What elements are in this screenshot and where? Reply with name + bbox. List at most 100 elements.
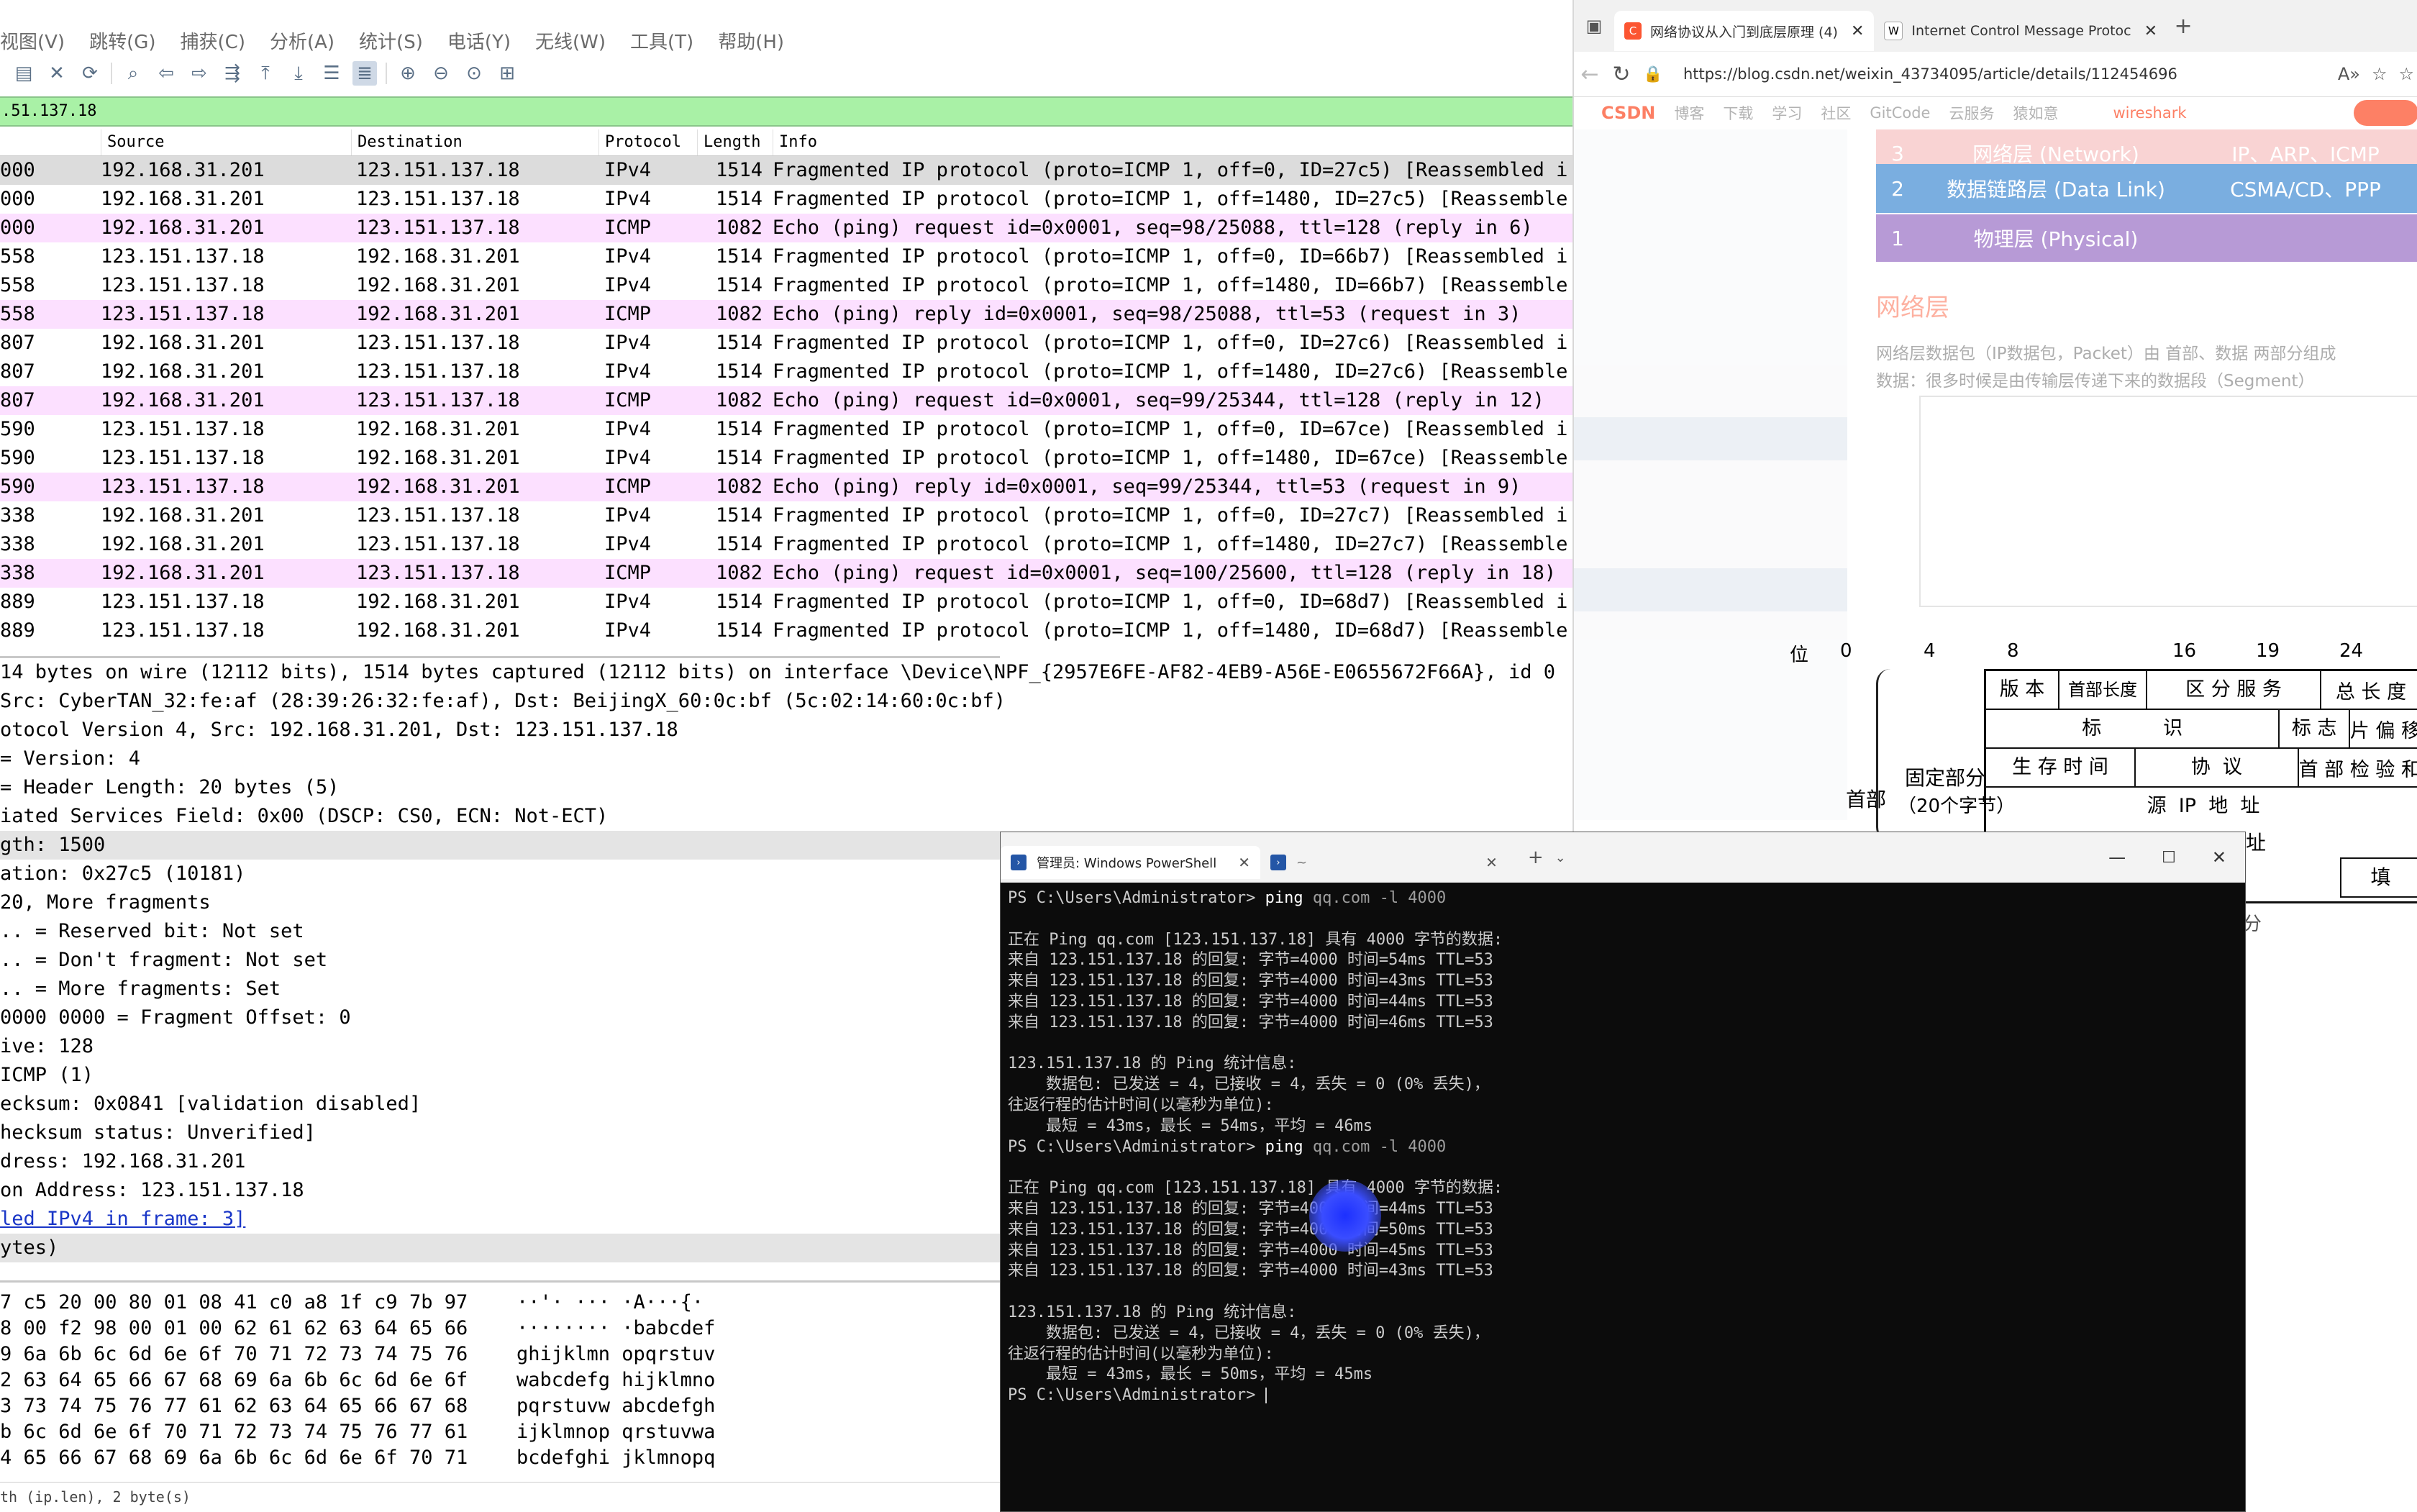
resize-columns-icon[interactable]: ⊞ — [495, 61, 519, 86]
go-back-icon[interactable]: ⇦ — [154, 61, 178, 86]
table-row[interactable]: 590 123.151.137.18 192.168.31.201 ICMP 1082 E… — [0, 473, 1575, 501]
dropdown-chevron-icon[interactable]: ⌄ — [1555, 850, 1566, 865]
detail-field[interactable]: ICMP (1) — [0, 1061, 1000, 1090]
terminal-output[interactable]: PS C:\Users\Administrator> ping qq.com -… — [1001, 883, 2245, 1412]
detail-frame-line[interactable]: 14 bytes on wire (12112 bits), 1514 byte… — [0, 658, 1555, 687]
save-icon[interactable]: ▤ — [12, 61, 36, 86]
url-field[interactable]: https://blog.csdn.net/weixin_43734095/ar… — [1683, 65, 2177, 83]
column-protocol[interactable]: Protocol — [599, 129, 698, 155]
minimize-icon[interactable]: — — [2108, 847, 2126, 867]
detail-field[interactable]: .. = Don't fragment: Not set — [0, 946, 1000, 975]
hex-row[interactable]: 9 6a 6b 6c 6d 6e 6f 70 71 72 73 74 75 76… — [0, 1342, 1000, 1367]
find-packet-icon[interactable]: ⌕ — [121, 61, 145, 86]
menu-help[interactable]: 帮助(H) — [718, 27, 784, 54]
detail-field[interactable]: .. = Reserved bit: Not set — [0, 917, 1000, 946]
nav-cloud[interactable]: 云服务 — [1949, 102, 1994, 124]
colorize-icon[interactable]: ≣ — [352, 61, 377, 86]
detail-field[interactable]: 20, More fragments — [0, 888, 1000, 917]
tab-actions-icon[interactable]: ▣ — [1574, 16, 1614, 36]
menu-go[interactable]: 跳转(G) — [89, 27, 155, 54]
column-destination[interactable]: Destination — [352, 129, 599, 155]
refresh-icon[interactable]: ↻ — [1606, 62, 1637, 87]
detail-field[interactable]: led IPv4 in frame: 3] — [0, 1205, 1000, 1234]
nav-gitcode[interactable]: GitCode — [1870, 104, 1930, 122]
maximize-icon[interactable]: ☐ — [2162, 849, 2176, 867]
nav-community[interactable]: 社区 — [1821, 102, 1851, 124]
zoom-reset-icon[interactable]: ⊙ — [462, 61, 486, 86]
autoscroll-icon[interactable]: ☰ — [319, 61, 344, 86]
detail-field[interactable]: ytes) — [0, 1234, 1000, 1262]
table-row[interactable]: 590 123.151.137.18 192.168.31.201 IPv4 1514 F… — [0, 444, 1575, 473]
table-row[interactable]: 000 192.168.31.201 123.151.137.18 IPv4 1514 F… — [0, 185, 1575, 214]
hex-row[interactable]: 8 00 f2 98 00 01 00 62 61 62 63 64 65 66… — [0, 1316, 1000, 1342]
menu-telephony[interactable]: 电话(Y) — [447, 27, 511, 54]
hex-row[interactable]: 2 63 64 65 66 67 68 69 6a 6b 6c 6d 6e 6f… — [0, 1367, 1000, 1393]
favorite-star-icon[interactable]: ☆ — [2372, 64, 2388, 84]
zoom-out-icon[interactable]: ⊖ — [429, 61, 453, 86]
detail-field[interactable]: .. = More fragments: Set — [0, 975, 1000, 1003]
detail-field[interactable]: dress: 192.168.31.201 — [0, 1147, 1000, 1176]
zoom-in-icon[interactable]: ⊕ — [396, 61, 420, 86]
hex-row[interactable]: b 6c 6d 6e 6f 70 71 72 73 74 75 76 77 61… — [0, 1419, 1000, 1445]
detail-field[interactable]: gth: 1500 — [0, 831, 1000, 860]
new-tab-icon[interactable]: + — [1528, 847, 1544, 868]
table-row[interactable]: 338 192.168.31.201 123.151.137.18 IPv4 1514 F… — [0, 501, 1575, 530]
column-source[interactable]: Source — [101, 129, 352, 155]
table-row[interactable]: 558 123.151.137.18 192.168.31.201 IPv4 1514 F… — [0, 242, 1575, 271]
hex-row[interactable]: 7 c5 20 00 80 01 08 41 c0 a8 1f c9 7b 97… — [0, 1290, 1000, 1316]
detail-ethernet-line[interactable]: Src: CyberTAN_32:fe:af (28:39:26:32:fe:a… — [0, 687, 1006, 716]
menu-tools[interactable]: 工具(T) — [630, 27, 693, 54]
nav-yuanruyi[interactable]: 猿如意 — [2013, 102, 2058, 124]
hex-row[interactable]: 4 65 66 67 68 69 6a 6b 6c 6d 6e 6f 70 71… — [0, 1445, 1000, 1471]
close-file-icon[interactable]: ✕ — [45, 61, 69, 86]
table-row[interactable]: 000 192.168.31.201 123.151.137.18 IPv4 1514 F… — [0, 156, 1575, 185]
first-packet-icon[interactable]: ⤒ — [253, 61, 278, 86]
nav-learn[interactable]: 学习 — [1772, 102, 1802, 124]
menu-view[interactable]: 视图(V) — [0, 27, 65, 54]
csdn-logo[interactable]: CSDN — [1601, 103, 1655, 123]
menu-wireless[interactable]: 无线(W) — [535, 27, 606, 54]
menu-statistics[interactable]: 统计(S) — [359, 27, 423, 54]
menu-capture[interactable]: 捕获(C) — [181, 27, 245, 54]
favorites-icon[interactable]: ☆ — [2398, 64, 2414, 84]
detail-field[interactable]: = Version: 4 — [0, 744, 1000, 773]
detail-field[interactable]: hecksum status: Unverified] — [0, 1119, 1000, 1147]
read-aloud-icon[interactable]: A» — [2338, 64, 2360, 84]
table-row[interactable]: 590 123.151.137.18 192.168.31.201 IPv4 1514 F… — [0, 415, 1575, 444]
column-no[interactable] — [0, 129, 101, 155]
table-row[interactable]: 558 123.151.137.18 192.168.31.201 IPv4 1514 F… — [0, 271, 1575, 300]
detail-field[interactable]: ation: 0x27c5 (10181) — [0, 860, 1000, 888]
table-row[interactable]: 338 192.168.31.201 123.151.137.18 ICMP 1082 E… — [0, 559, 1575, 588]
hex-row[interactable]: 3 73 74 75 76 77 61 62 63 64 65 66 67 68… — [0, 1393, 1000, 1419]
go-forward-icon[interactable]: ⇨ — [187, 61, 211, 86]
menu-analyze[interactable]: 分析(A) — [270, 27, 334, 54]
detail-field[interactable]: ecksum: 0x0841 [validation disabled] — [0, 1090, 1000, 1119]
nav-download[interactable]: 下载 — [1723, 102, 1753, 124]
detail-field[interactable]: on Address: 123.151.137.18 — [0, 1176, 1000, 1205]
table-row[interactable]: 807 192.168.31.201 123.151.137.18 ICMP 1082 E… — [0, 386, 1575, 415]
column-length[interactable]: Length — [698, 129, 773, 155]
table-row[interactable]: 000 192.168.31.201 123.151.137.18 ICMP 1082 E… — [0, 214, 1575, 242]
table-row[interactable]: 338 192.168.31.201 123.151.137.18 IPv4 1514 F… — [0, 530, 1575, 559]
close-window-icon[interactable]: ✕ — [2212, 847, 2226, 867]
go-to-packet-icon[interactable]: ⇶ — [220, 61, 245, 86]
table-row[interactable]: 558 123.151.137.18 192.168.31.201 ICMP 1082 E… — [0, 300, 1575, 329]
new-tab-icon[interactable]: + — [2167, 14, 2199, 39]
detail-field[interactable]: ive: 128 — [0, 1032, 1000, 1061]
table-row[interactable]: 807 192.168.31.201 123.151.137.18 IPv4 1514 F… — [0, 329, 1575, 357]
close-tab-icon[interactable]: ✕ — [1485, 854, 1498, 871]
nav-blog[interactable]: 博客 — [1674, 102, 1704, 124]
tab-icmp-wiki[interactable]: W Internet Control Message Protoc ✕ — [1874, 11, 2167, 51]
display-filter-input[interactable]: .51.137.18 — [0, 96, 1575, 127]
close-tab-icon[interactable]: ✕ — [2144, 22, 2157, 40]
detail-field[interactable]: 0000 0000 = Fragment Offset: 0 — [0, 1003, 1000, 1032]
table-row[interactable]: 889 123.151.137.18 192.168.31.201 IPv4 1514 F… — [0, 588, 1575, 616]
search-button[interactable] — [2354, 100, 2417, 126]
table-row[interactable]: 889 123.151.137.18 192.168.31.201 IPv4 1514 F… — [0, 616, 1575, 645]
last-packet-icon[interactable]: ⤓ — [286, 61, 311, 86]
detail-field[interactable]: = Header Length: 20 bytes (5) — [0, 773, 1000, 802]
tab-powershell[interactable]: › 管理员: Windows PowerShell ✕ — [1001, 846, 1260, 879]
detail-ip-line[interactable]: otocol Version 4, Src: 192.168.31.201, D… — [0, 716, 1000, 744]
reload-icon[interactable]: ⟳ — [78, 61, 102, 86]
detail-field[interactable]: iated Services Field: 0x00 (DSCP: CS0, E… — [0, 802, 1000, 831]
